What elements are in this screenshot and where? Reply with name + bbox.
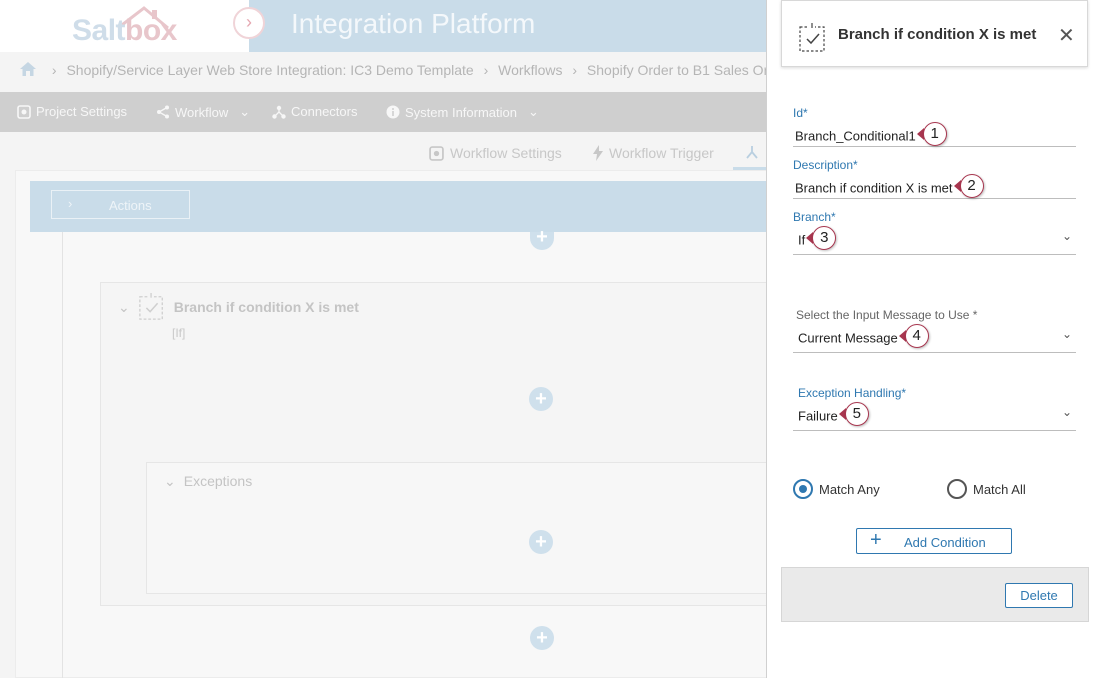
callout-badge: 1 (916, 122, 947, 146)
match-all-label: Match All (973, 481, 1026, 497)
match-any-radio[interactable]: Match Any (793, 479, 880, 499)
tab-workflow-trigger-label: Workflow Trigger (609, 145, 714, 161)
chevron-down-icon: ⌄ (239, 104, 251, 119)
add-step-icon[interactable]: + (529, 530, 553, 554)
callout-badge: 3 (806, 226, 837, 250)
branch-title: Branch if condition X is met (173, 299, 359, 315)
share-icon (157, 105, 169, 119)
callout-badge: 5 (838, 402, 869, 426)
callout-number: 5 (844, 402, 869, 426)
panel-header: Branch if condition X is met ✕ (781, 0, 1088, 67)
description-value: Branch if condition X is met (795, 180, 953, 196)
breadcrumb-item-workflows[interactable]: Workflows (498, 62, 562, 78)
delete-button[interactable]: Delete (1005, 583, 1073, 608)
input-message-select[interactable]: Current Message 4 ⌄ (793, 324, 1076, 353)
chevron-down-icon: ⌄ (528, 104, 539, 119)
tab-workflow-trigger[interactable]: Workflow Trigger (593, 145, 714, 161)
branch-field: Branch* If 3 ⌄ (793, 210, 1076, 255)
properties-panel: Branch if condition X is met ✕ Id* Branc… (766, 0, 1103, 678)
workflow-steps-icon (746, 146, 758, 159)
callout-badge: 2 (953, 174, 984, 198)
chevron-down-icon: ⌄ (1061, 405, 1072, 419)
app-title: Integration Platform (291, 8, 536, 39)
add-step-icon[interactable]: + (530, 626, 554, 650)
exceptions-header[interactable]: ⌄ Exceptions (164, 473, 252, 490)
description-label: Description* (793, 158, 858, 172)
panel-footer: Delete (781, 567, 1089, 622)
chevron-down-icon: ⌄ (1061, 229, 1072, 243)
settings-icon (17, 104, 31, 119)
branch-condition-icon (138, 293, 163, 320)
chevron-down-icon: ⌄ (1061, 327, 1072, 341)
nav-project-settings-label: Project Settings (36, 104, 128, 119)
actions-button[interactable]: › Actions (51, 190, 190, 219)
breadcrumb-item-workflow[interactable]: Shopify Order to B1 Sales Or (587, 62, 768, 78)
exception-handling-select[interactable]: Failure 5 ⌄ (793, 402, 1076, 431)
tab-workflow-settings-label: Workflow Settings (450, 145, 562, 161)
connectors-icon (272, 105, 286, 119)
breadcrumb-chevron-icon: › (51, 62, 57, 78)
sidebar-toggle-button[interactable]: › (233, 7, 265, 39)
breadcrumb-chevron-icon: › (572, 62, 578, 78)
info-icon (386, 105, 400, 119)
description-field: Description* Branch if condition X is me… (793, 158, 1076, 199)
nav-system-information[interactable]: System Information ⌄ (386, 104, 539, 120)
radio-selected-icon (793, 479, 813, 499)
nav-project-settings[interactable]: Project Settings (17, 104, 127, 119)
callout-number: 2 (959, 174, 984, 198)
branch-value: If (798, 232, 806, 248)
tab-workflow-steps[interactable] (745, 145, 759, 159)
exception-handling-label: Exception Handling* (798, 386, 907, 400)
callout-badge: 4 (898, 324, 929, 348)
add-condition-button[interactable]: + Add Condition (856, 528, 1012, 554)
chevron-right-icon: › (68, 196, 73, 211)
nav-workflow-label: Workflow (175, 104, 229, 120)
nav-connectors-label: Connectors (291, 104, 358, 119)
breadcrumb-item-project[interactable]: Shopify/Service Layer Web Store Integrat… (66, 62, 473, 78)
saltbox-logo: Saltbox (72, 14, 177, 47)
match-all-radio[interactable]: Match All (947, 479, 1026, 499)
panel-title: Branch if condition X is met (838, 26, 1037, 43)
id-label: Id* (793, 106, 808, 120)
actions-label: Actions (109, 198, 152, 213)
id-value: Branch_Conditional1 (795, 128, 916, 144)
input-message-field: Select the Input Message to Use * Curren… (793, 308, 1076, 353)
match-any-label: Match Any (819, 481, 880, 497)
chevron-down-icon: ⌄ (164, 473, 176, 489)
branch-label: Branch* (793, 210, 836, 224)
home-icon[interactable] (20, 62, 36, 76)
callout-number: 3 (812, 226, 837, 250)
add-step-icon[interactable]: + (529, 387, 553, 411)
tab-workflow-settings[interactable]: Workflow Settings (429, 145, 562, 161)
exception-handling-value: Failure (798, 408, 838, 424)
chevron-right-icon: › (246, 12, 252, 32)
branch-condition-icon (799, 23, 825, 52)
branch-header[interactable]: ⌄ Branch if condition X is met (118, 293, 359, 321)
breadcrumb-chevron-icon: › (483, 62, 489, 78)
id-input[interactable]: Branch_Conditional1 1 (793, 122, 1076, 147)
plus-icon: + (870, 529, 882, 551)
input-message-value: Current Message (798, 330, 898, 346)
add-condition-label: Add Condition (904, 535, 986, 550)
description-input[interactable]: Branch if condition X is met 2 (793, 174, 1076, 199)
match-mode-radio-group: Match Any Match All (793, 479, 1083, 501)
flow-line (62, 232, 63, 678)
branch-select[interactable]: If 3 ⌄ (793, 226, 1076, 255)
callout-number: 1 (922, 122, 947, 146)
input-message-label: Select the Input Message to Use * (796, 308, 978, 322)
nav-system-information-label: System Information (405, 104, 517, 120)
exception-handling-field: Exception Handling* Failure 5 ⌄ (793, 386, 1076, 431)
callout-number: 4 (904, 324, 929, 348)
exceptions-label: Exceptions (183, 473, 253, 489)
branch-subtitle: [If] (172, 326, 186, 340)
nav-connectors[interactable]: Connectors (272, 104, 357, 119)
radio-unselected-icon (947, 479, 967, 499)
settings-icon (429, 145, 444, 161)
chevron-down-icon: ⌄ (118, 298, 130, 315)
close-icon[interactable]: ✕ (1058, 23, 1075, 48)
id-field: Id* Branch_Conditional1 1 (793, 106, 1076, 147)
lightning-icon (593, 145, 603, 161)
nav-workflow[interactable]: Workflow ⌄ (156, 104, 250, 120)
